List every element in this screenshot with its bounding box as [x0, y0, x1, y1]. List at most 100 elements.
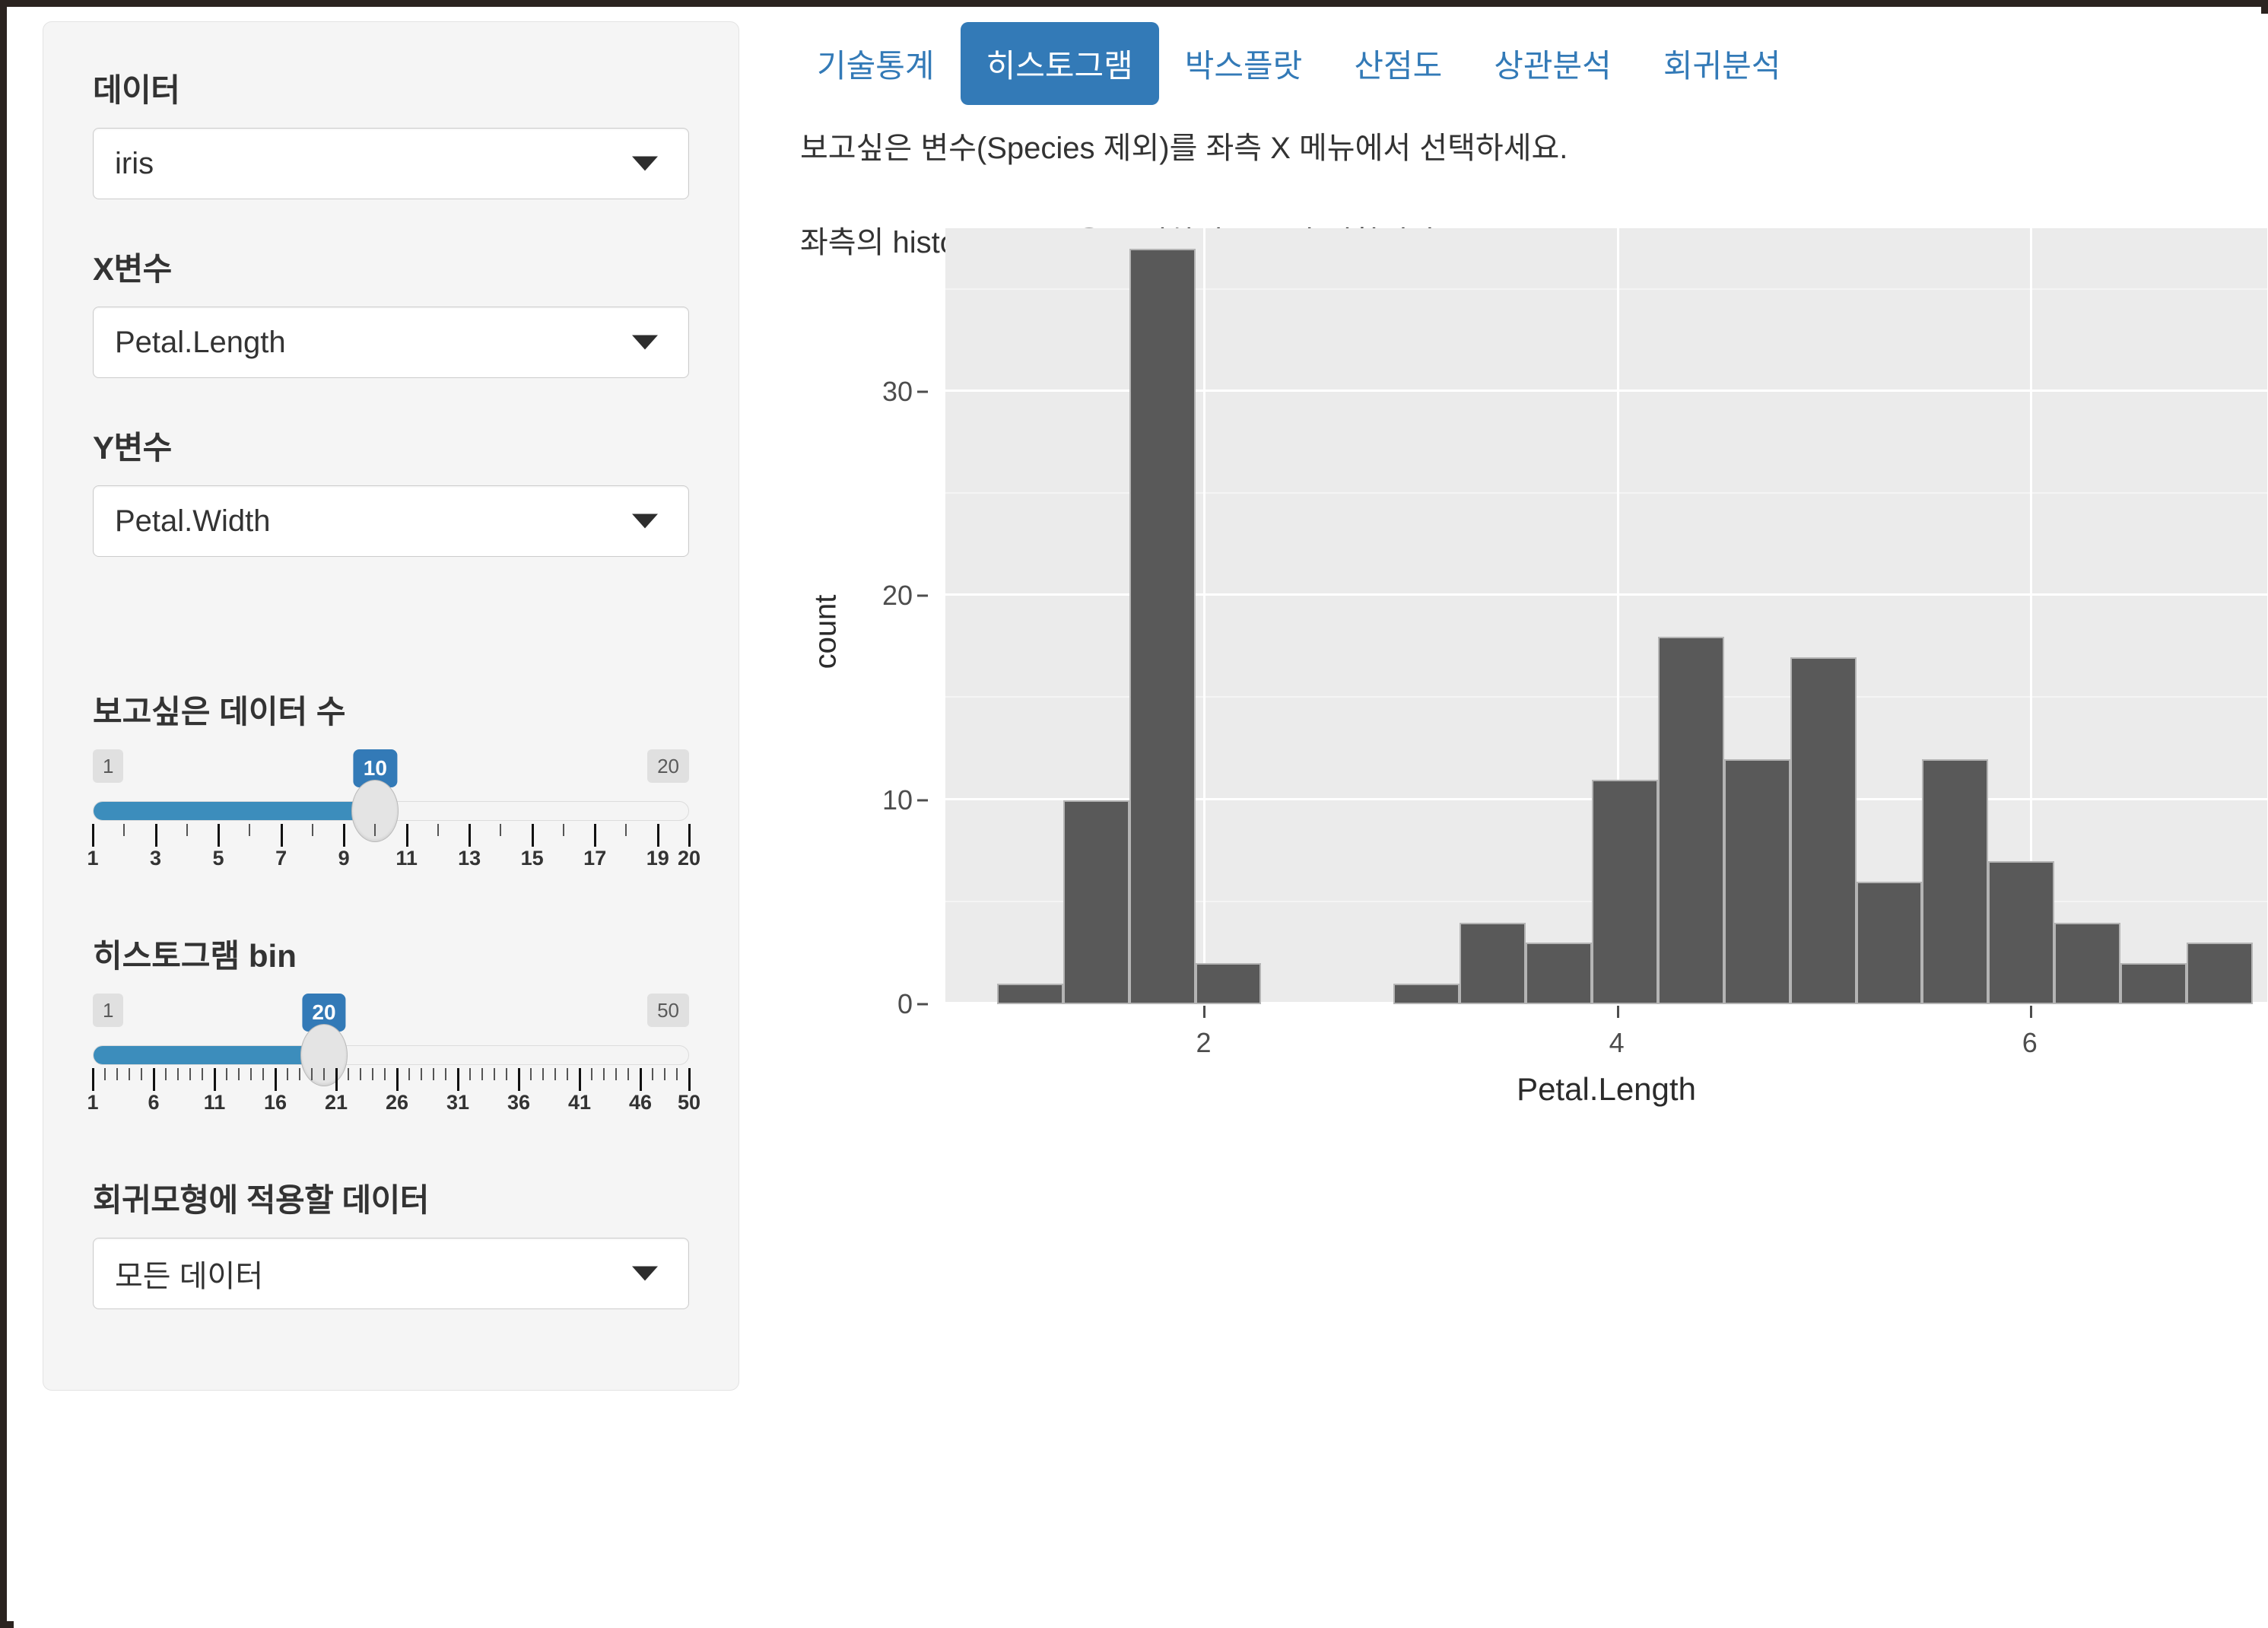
histogram-bar: [1657, 636, 1724, 1004]
slider-tick: [437, 824, 439, 836]
slider-tick-label: 11: [395, 847, 418, 870]
slider-tick-label: 3: [150, 847, 162, 870]
chevron-down-icon: [632, 1266, 658, 1281]
histogram-bar: [1723, 758, 1790, 1004]
slider-tick: [153, 1068, 155, 1091]
slider-tick: [116, 1068, 118, 1080]
slider-tick: [226, 1068, 227, 1080]
slider-tick: [287, 1068, 288, 1080]
slider-tick: [603, 1068, 605, 1080]
dataset-field-group: 데이터 iris: [93, 65, 689, 199]
slider-tick: [432, 1068, 434, 1080]
y-tick-label: 0: [897, 988, 913, 1019]
y-variable-select-value: Petal.Width: [115, 504, 271, 538]
slider-tick: [530, 1068, 532, 1080]
dataset-select[interactable]: iris: [93, 128, 689, 199]
tab-1[interactable]: 히스토그램: [960, 21, 1159, 105]
tab-0[interactable]: 기술통계: [791, 22, 961, 105]
slider-tick: [688, 824, 691, 847]
x-variable-field-group: X변수 Petal.Length: [93, 243, 689, 378]
slider-tick: [374, 824, 376, 836]
histogram-bin-min-label: 1: [93, 994, 124, 1027]
slider-tick: [343, 824, 346, 847]
slider-tick: [154, 824, 157, 847]
slider-tick: [218, 824, 221, 847]
regression-data-field-group: 회귀모형에 적용할 데이터 모든 데이터: [93, 1175, 689, 1309]
slider-tick: [554, 1068, 556, 1080]
tab-4[interactable]: 상관분석: [1468, 22, 1637, 105]
y-tick-label: 30: [881, 375, 913, 407]
y-tick-mark: [917, 799, 928, 802]
histogram-bar: [1063, 800, 1129, 1004]
slider-tick: [506, 1068, 507, 1080]
data-count-slider-label: 보고싶은 데이터 수: [93, 694, 346, 730]
y-tick-mark: [917, 594, 928, 597]
histogram-bin-slider-label: 히스토그램 bin: [93, 938, 297, 974]
slider-tick-label: 21: [324, 1091, 348, 1114]
slider-tick: [384, 1068, 386, 1080]
x-tick-mark: [1203, 1006, 1206, 1018]
histogram-bar: [996, 984, 1063, 1004]
slider-tick: [420, 1068, 422, 1080]
slider-tick: [176, 1068, 179, 1080]
x-variable-select[interactable]: Petal.Length: [93, 307, 689, 378]
slider-tick: [104, 1068, 106, 1080]
slider-tick: [280, 824, 283, 847]
slider-tick: [518, 1068, 520, 1091]
slider-tick: [92, 1068, 94, 1091]
regression-data-select-value: 모든 데이터: [115, 1260, 264, 1293]
main-panel: 기술통계 히스토그램 박스플랏 산점도 상관분석 회귀분석 보고싶은 변수(Species…: [782, 14, 2267, 1611]
slider-tick: [688, 1068, 691, 1091]
slider-tick: [652, 1068, 653, 1080]
slider-tick: [627, 1068, 629, 1080]
histogram-bin-slider-group: 히스토그램 bin 1 20 50 1 6 11 16 21 26 31 36 41 46 50: [87, 930, 700, 1123]
slider-tick: [531, 824, 534, 847]
slider-tick: [323, 1068, 325, 1080]
data-count-slider-track[interactable]: [93, 780, 689, 842]
slider-tick: [92, 824, 94, 847]
y-variable-select[interactable]: Petal.Width: [93, 485, 689, 557]
y-tick-label: 10: [881, 784, 913, 816]
x-axis-title: Petal.Length: [1517, 1071, 1696, 1107]
histogram-bin-max-label: 50: [647, 994, 689, 1027]
histogram-bar: [1393, 984, 1460, 1004]
slider-tick: [640, 1068, 642, 1091]
slider-tick-label: 13: [458, 847, 481, 870]
slider-tick: [238, 1068, 240, 1080]
regression-data-select[interactable]: 모든 데이터: [93, 1238, 689, 1309]
tab-2[interactable]: 박스플랏: [1159, 22, 1329, 105]
plot-panel: [945, 228, 2267, 1004]
histogram-bin-slider-track[interactable]: [93, 1024, 689, 1086]
slider-tick-label: 17: [583, 847, 607, 870]
slider-tick: [594, 824, 597, 847]
slider-tick: [663, 1068, 665, 1080]
data-count-max-label: 20: [647, 749, 689, 783]
slider-tick: [311, 824, 313, 836]
slider-tick-label: 1: [87, 847, 99, 870]
slider-tick-label: 26: [385, 1091, 409, 1114]
tab-5[interactable]: 회귀분석: [1637, 22, 1807, 105]
y-tick-mark: [917, 390, 928, 393]
histogram-bin-slider-fill: [94, 1046, 325, 1064]
tab-3[interactable]: 산점도: [1328, 22, 1468, 105]
slider-tick: [562, 824, 564, 836]
chevron-down-icon: [632, 156, 658, 171]
slider-tick: [123, 824, 125, 836]
y-tick-label: 20: [881, 580, 913, 612]
slider-tick-label: 19: [646, 847, 669, 870]
histogram-plot-canvas: count Petal.Length 0 10 20 30 2 4 6: [809, 219, 2267, 1107]
slider-tick: [615, 1068, 617, 1080]
slider-tick: [481, 1068, 483, 1080]
data-count-slider-ticks: [92, 824, 691, 847]
slider-tick: [186, 824, 188, 836]
x-tick-label: 6: [2022, 1027, 2038, 1058]
x-variable-label: X변수: [93, 251, 172, 287]
slider-tick: [372, 1068, 373, 1080]
slider-tick: [542, 1068, 544, 1080]
histogram-bin-slider-ticks: [92, 1068, 691, 1091]
slider-tick-label: 7: [275, 847, 287, 870]
slider-tick: [591, 1068, 592, 1080]
y-variable-label: Y변수: [93, 430, 172, 466]
slider-tick: [457, 1068, 459, 1091]
histogram-bar: [1790, 657, 1857, 1004]
